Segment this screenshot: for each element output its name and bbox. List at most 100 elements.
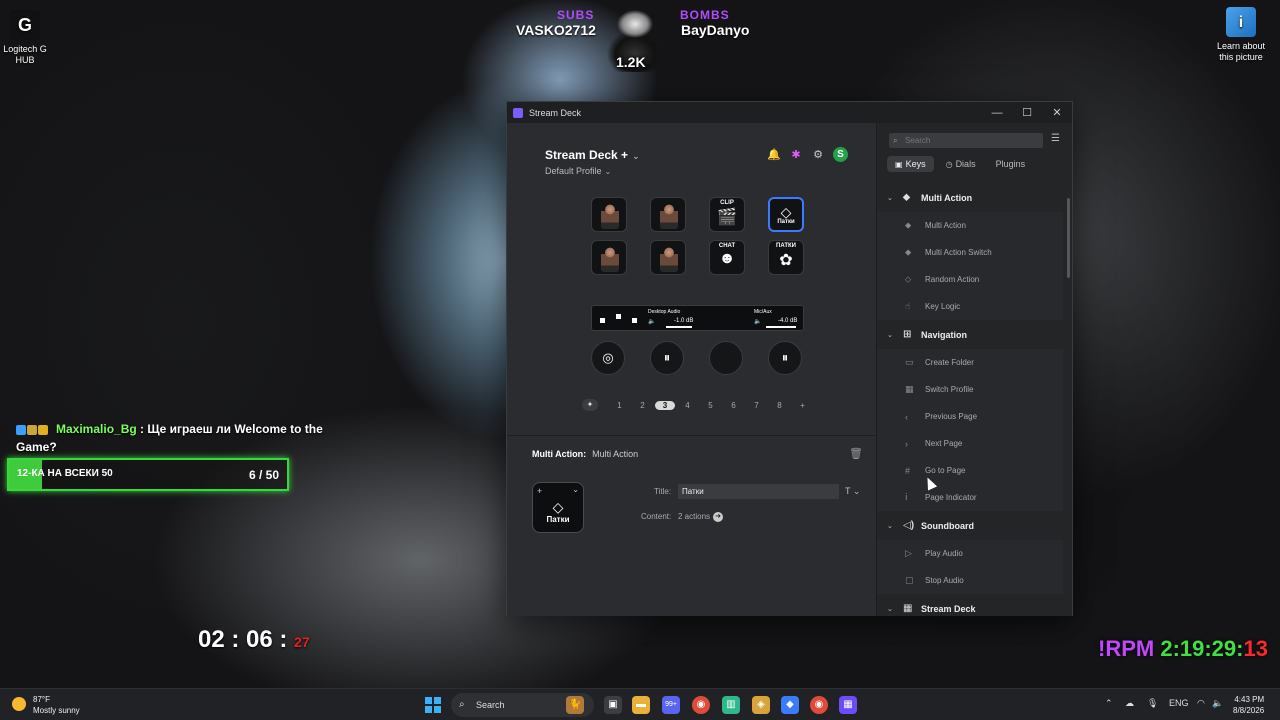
dial-1[interactable]: ◎: [591, 341, 625, 375]
page-1[interactable]: 1: [608, 401, 631, 410]
action-item-create-folder[interactable]: ▭ Create Folder: [877, 349, 1063, 376]
title-input[interactable]: [678, 484, 839, 499]
arrow-right-icon[interactable]: ➜: [713, 512, 724, 522]
category-soundboard[interactable]: ⌄ ◁) Soundboard: [877, 511, 1063, 540]
desktop-icon-label: Learn about this picture: [1216, 41, 1266, 62]
tab-keys[interactable]: ▣ Keys: [887, 156, 934, 172]
page-8[interactable]: 8: [768, 401, 791, 410]
add-page-button[interactable]: +: [791, 401, 814, 410]
file-explorer-icon[interactable]: ▬: [632, 696, 650, 714]
text-format-icon[interactable]: T ⌄: [845, 486, 860, 497]
gear-icon[interactable]: ⚙: [811, 148, 825, 162]
action-item-multi-action[interactable]: ⬥ Multi Action: [877, 212, 1063, 239]
action-item-next-page[interactable]: › Next Page: [877, 430, 1063, 457]
chat-icon: ☻: [718, 250, 736, 267]
stream-deck-icon: ▦: [903, 603, 913, 614]
action-item-multi-action-switch[interactable]: ⬥ Multi Action Switch: [877, 239, 1063, 266]
wifi-icon[interactable]: ◠: [1197, 698, 1205, 709]
page-2[interactable]: 2: [631, 401, 654, 410]
app-icon[interactable]: ◈: [752, 696, 770, 714]
category-stream-deck[interactable]: ⌄ ▦ Stream Deck: [877, 594, 1063, 616]
system-clock[interactable]: 4:43 PM 8/8/2026: [1233, 694, 1264, 716]
inspector-action-label: Multi Action:: [532, 449, 587, 459]
bell-icon[interactable]: 🔔: [767, 148, 781, 162]
touch-strip[interactable]: Desktop Audio 🔈 -1.0 dB Mic/Aux 🔈 -4.0 d…: [591, 305, 804, 331]
trash-icon[interactable]: 🗑: [849, 447, 863, 460]
page-3-active[interactable]: 3: [655, 400, 675, 410]
action-item-switch-profile[interactable]: ▦ Switch Profile: [877, 376, 1063, 403]
actions-scrollbar[interactable]: [1067, 198, 1070, 278]
account-avatar[interactable]: S: [833, 147, 848, 162]
marketplace-icon[interactable]: ✱: [789, 148, 803, 162]
touch-strip-marker: [600, 318, 605, 323]
action-item-random-action[interactable]: ⬦ Random Action: [877, 266, 1063, 293]
minimize-button[interactable]: —: [982, 107, 1012, 119]
chevron-up-icon[interactable]: ⌃: [1105, 698, 1113, 709]
profile-name: Default Profile: [545, 166, 602, 176]
deck-key-1[interactable]: [591, 197, 627, 232]
action-item-go-to-page[interactable]: # Go to Page: [877, 457, 1063, 484]
deck-key-5[interactable]: [591, 240, 627, 275]
chrome-icon[interactable]: ◉: [692, 696, 710, 714]
chrome-icon-2[interactable]: ◉: [810, 696, 828, 714]
audio-app-icon[interactable]: ▥: [722, 696, 740, 714]
device-selector[interactable]: Stream Deck + ⌄: [545, 148, 640, 162]
stream-deck-taskbar-icon[interactable]: ▦: [839, 696, 857, 714]
deck-key-6[interactable]: [650, 240, 686, 275]
task-view-icon[interactable]: ▣: [604, 696, 622, 714]
cloud-icon[interactable]: ☁: [1125, 698, 1134, 709]
deck-key-patki-selected[interactable]: ◇ Патки: [768, 197, 804, 232]
action-item-stop-audio[interactable]: ▢ Stop Audio: [877, 567, 1063, 594]
discord-icon[interactable]: 99+: [662, 696, 680, 714]
dial-4[interactable]: ⏸: [768, 341, 802, 375]
microphone-icon[interactable]: 🎙: [1147, 698, 1158, 709]
deck-key-chat[interactable]: CHAT ☻: [709, 240, 745, 275]
deck-key-2[interactable]: [650, 197, 686, 232]
profile-selector[interactable]: Default Profile ⌄: [545, 166, 611, 176]
content-value[interactable]: 2 actions ➜: [678, 512, 724, 522]
action-item-previous-page[interactable]: ‹ Previous Page: [877, 403, 1063, 430]
pin-page-icon[interactable]: ✦: [582, 399, 598, 411]
action-label: Multi Action Switch: [925, 248, 992, 257]
tab-dials[interactable]: ◷ Dials: [938, 156, 984, 172]
inspector-key-preview[interactable]: + ⌄ ◇ Патки: [532, 482, 584, 533]
dial-2[interactable]: ⏸: [650, 341, 684, 375]
page-4[interactable]: 4: [676, 401, 699, 410]
page-7[interactable]: 7: [745, 401, 768, 410]
weather-widget[interactable]: 87°F Mostly sunny: [12, 694, 80, 716]
desktop-icon-logitech[interactable]: G Logitech G HUB: [0, 10, 57, 66]
list-view-icon[interactable]: ☰: [1051, 133, 1060, 144]
close-button[interactable]: ✕: [1042, 106, 1072, 119]
action-label: Page Indicator: [925, 493, 977, 502]
page-6[interactable]: 6: [722, 401, 745, 410]
tab-label: Plugins: [995, 159, 1026, 169]
speaker-icon[interactable]: 🔈: [1212, 698, 1223, 709]
category-multi-action[interactable]: ⌄ ⬥ Multi Action: [877, 183, 1063, 212]
category-navigation[interactable]: ⌄ ⊞ Navigation: [877, 320, 1063, 349]
clapperboard-icon: 🎬: [717, 209, 737, 226]
add-icon[interactable]: +: [537, 486, 542, 496]
window-titlebar[interactable]: Stream Deck — ☐ ✕: [507, 102, 1072, 123]
stream-deck-window: Stream Deck — ☐ ✕ Stream Deck + ⌄ Default…: [506, 101, 1073, 616]
dial-3[interactable]: [709, 341, 743, 375]
page-5[interactable]: 5: [699, 401, 722, 410]
action-item-page-indicator[interactable]: ⅰ Page Indicator: [877, 484, 1063, 511]
maximize-button[interactable]: ☐: [1012, 106, 1042, 119]
switch-profile-icon: ▦: [905, 384, 914, 394]
key-label: ПАТКИ: [776, 243, 796, 249]
action-item-play-audio[interactable]: ▷ Play Audio: [877, 540, 1063, 567]
action-item-key-logic[interactable]: ☝ Key Logic: [877, 293, 1063, 320]
deck-key-clip[interactable]: CLIP 🎬: [709, 197, 745, 232]
chevron-down-icon[interactable]: ⌄: [572, 485, 579, 494]
start-button[interactable]: [425, 697, 441, 713]
language-indicator[interactable]: ENG: [1169, 698, 1189, 708]
multi-action-icon: ⬥: [905, 220, 912, 230]
action-search-input[interactable]: ⌕ Search: [889, 133, 1043, 148]
navigation-icon: ⊞: [903, 329, 912, 340]
tab-plugins[interactable]: Plugins: [988, 156, 1034, 172]
action-label: Go to Page: [925, 466, 966, 475]
deck-key-patki-image[interactable]: ПАТКИ ✿: [768, 240, 804, 275]
app-icon-diamond[interactable]: ◆: [781, 696, 799, 714]
desktop-icon-learn-picture[interactable]: i Learn about this picture: [1209, 7, 1273, 63]
key-image: [601, 203, 619, 229]
